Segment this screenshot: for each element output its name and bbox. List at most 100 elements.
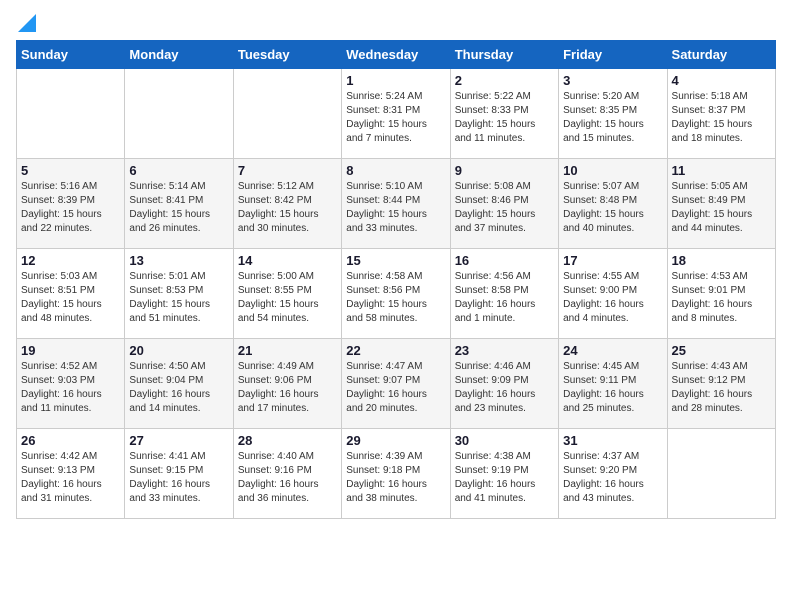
day-detail: Sunrise: 5:05 AM Sunset: 8:49 PM Dayligh… — [672, 180, 771, 236]
calendar-cell: 5 Sunrise: 5:16 AM Sunset: 8:39 PM Daylig… — [17, 159, 125, 249]
day-number: 28 — [238, 433, 337, 448]
calendar-cell: 19Sunrise: 4:52 AM Sunset: 9:03 PM Dayli… — [17, 339, 125, 429]
day-number: 8 — [346, 163, 445, 178]
day-detail: Sunrise: 4:55 AM Sunset: 9:00 PM Dayligh… — [563, 270, 662, 326]
calendar-cell: 27 Sunrise: 4:41 AM Sunset: 9:15 PM Dayli… — [125, 429, 233, 519]
day-number: 22 — [346, 343, 445, 358]
calendar-cell: 3 Sunrise: 5:20 AM Sunset: 8:35 PM Daylig… — [559, 69, 667, 159]
calendar-cell: 24 Sunrise: 4:45 AM Sunset: 9:11 PM Dayli… — [559, 339, 667, 429]
day-detail: Sunrise: 4:52 AM Sunset: 9:03 PM Dayligh… — [21, 360, 120, 416]
day-detail: Sunrise: 5:00 AM Sunset: 8:55 PM Dayligh… — [238, 270, 337, 326]
day-detail: Sunrise: 4:56 AM Sunset: 8:58 PM Dayligh… — [455, 270, 554, 326]
day-number: 20 — [129, 343, 228, 358]
day-detail: Sunrise: 4:50 AM Sunset: 9:04 PM Dayligh… — [129, 360, 228, 416]
day-detail: Sunrise: 4:46 AM Sunset: 9:09 PM Dayligh… — [455, 360, 554, 416]
day-detail: Sunrise: 5:10 AM Sunset: 8:44 PM Dayligh… — [346, 180, 445, 236]
day-number: 3 — [563, 73, 662, 88]
calendar-cell: 12Sunrise: 5:03 AM Sunset: 8:51 PM Dayli… — [17, 249, 125, 339]
day-detail: Sunrise: 4:47 AM Sunset: 9:07 PM Dayligh… — [346, 360, 445, 416]
logo — [16, 16, 36, 32]
calendar-cell: 30 Sunrise: 4:38 AM Sunset: 9:19 PM Dayli… — [450, 429, 558, 519]
day-detail: Sunrise: 4:39 AM Sunset: 9:18 PM Dayligh… — [346, 450, 445, 506]
calendar-header-row: SundayMondayTuesdayWednesdayThursdayFrid… — [17, 41, 776, 69]
calendar-week-5: 26 Sunrise: 4:42 AM Sunset: 9:13 PM Dayli… — [17, 429, 776, 519]
day-number: 25 — [672, 343, 771, 358]
calendar-week-3: 12Sunrise: 5:03 AM Sunset: 8:51 PM Dayli… — [17, 249, 776, 339]
day-number: 6 — [129, 163, 228, 178]
day-detail: Sunrise: 4:53 AM Sunset: 9:01 PM Dayligh… — [672, 270, 771, 326]
day-number: 15 — [346, 253, 445, 268]
calendar-cell — [233, 69, 341, 159]
calendar-cell: 28 Sunrise: 4:40 AM Sunset: 9:16 PM Dayli… — [233, 429, 341, 519]
calendar-cell: 8 Sunrise: 5:10 AM Sunset: 8:44 PM Daylig… — [342, 159, 450, 249]
calendar-cell: 18 Sunrise: 4:53 AM Sunset: 9:01 PM Dayli… — [667, 249, 775, 339]
calendar-cell: 26 Sunrise: 4:42 AM Sunset: 9:13 PM Dayli… — [17, 429, 125, 519]
calendar-week-2: 5 Sunrise: 5:16 AM Sunset: 8:39 PM Daylig… — [17, 159, 776, 249]
day-detail: Sunrise: 4:41 AM Sunset: 9:15 PM Dayligh… — [129, 450, 228, 506]
day-number: 16 — [455, 253, 554, 268]
day-number: 30 — [455, 433, 554, 448]
day-detail: Sunrise: 5:20 AM Sunset: 8:35 PM Dayligh… — [563, 90, 662, 146]
calendar-cell: 20 Sunrise: 4:50 AM Sunset: 9:04 PM Dayli… — [125, 339, 233, 429]
calendar-cell: 25 Sunrise: 4:43 AM Sunset: 9:12 PM Dayli… — [667, 339, 775, 429]
header-tuesday: Tuesday — [233, 41, 341, 69]
day-detail: Sunrise: 5:24 AM Sunset: 8:31 PM Dayligh… — [346, 90, 445, 146]
calendar-cell: 1 Sunrise: 5:24 AM Sunset: 8:31 PM Daylig… — [342, 69, 450, 159]
day-number: 31 — [563, 433, 662, 448]
day-number: 14 — [238, 253, 337, 268]
calendar-cell: 4Sunrise: 5:18 AM Sunset: 8:37 PM Daylig… — [667, 69, 775, 159]
day-number: 29 — [346, 433, 445, 448]
day-detail: Sunrise: 4:43 AM Sunset: 9:12 PM Dayligh… — [672, 360, 771, 416]
day-number: 7 — [238, 163, 337, 178]
calendar-cell: 6 Sunrise: 5:14 AM Sunset: 8:41 PM Daylig… — [125, 159, 233, 249]
header-sunday: Sunday — [17, 41, 125, 69]
day-number: 13 — [129, 253, 228, 268]
calendar-cell: 10 Sunrise: 5:07 AM Sunset: 8:48 PM Dayli… — [559, 159, 667, 249]
calendar-cell — [17, 69, 125, 159]
day-detail: Sunrise: 5:01 AM Sunset: 8:53 PM Dayligh… — [129, 270, 228, 326]
day-number: 27 — [129, 433, 228, 448]
calendar-week-1: 1 Sunrise: 5:24 AM Sunset: 8:31 PM Daylig… — [17, 69, 776, 159]
header-thursday: Thursday — [450, 41, 558, 69]
calendar-week-4: 19Sunrise: 4:52 AM Sunset: 9:03 PM Dayli… — [17, 339, 776, 429]
calendar-cell: 16 Sunrise: 4:56 AM Sunset: 8:58 PM Dayli… — [450, 249, 558, 339]
day-detail: Sunrise: 5:03 AM Sunset: 8:51 PM Dayligh… — [21, 270, 120, 326]
day-detail: Sunrise: 5:22 AM Sunset: 8:33 PM Dayligh… — [455, 90, 554, 146]
calendar: SundayMondayTuesdayWednesdayThursdayFrid… — [16, 40, 776, 519]
day-detail: Sunrise: 4:37 AM Sunset: 9:20 PM Dayligh… — [563, 450, 662, 506]
calendar-cell: 9Sunrise: 5:08 AM Sunset: 8:46 PM Daylig… — [450, 159, 558, 249]
header-monday: Monday — [125, 41, 233, 69]
day-number: 1 — [346, 73, 445, 88]
calendar-cell: 23Sunrise: 4:46 AM Sunset: 9:09 PM Dayli… — [450, 339, 558, 429]
day-number: 18 — [672, 253, 771, 268]
day-detail: Sunrise: 4:42 AM Sunset: 9:13 PM Dayligh… — [21, 450, 120, 506]
calendar-cell: 11 Sunrise: 5:05 AM Sunset: 8:49 PM Dayli… — [667, 159, 775, 249]
day-detail: Sunrise: 4:38 AM Sunset: 9:19 PM Dayligh… — [455, 450, 554, 506]
calendar-cell: 15Sunrise: 4:58 AM Sunset: 8:56 PM Dayli… — [342, 249, 450, 339]
day-detail: Sunrise: 5:16 AM Sunset: 8:39 PM Dayligh… — [21, 180, 120, 236]
day-number: 5 — [21, 163, 120, 178]
calendar-cell: 22 Sunrise: 4:47 AM Sunset: 9:07 PM Dayli… — [342, 339, 450, 429]
day-number: 26 — [21, 433, 120, 448]
calendar-cell: 13 Sunrise: 5:01 AM Sunset: 8:53 PM Dayli… — [125, 249, 233, 339]
day-detail: Sunrise: 4:40 AM Sunset: 9:16 PM Dayligh… — [238, 450, 337, 506]
day-number: 11 — [672, 163, 771, 178]
day-number: 10 — [563, 163, 662, 178]
header — [16, 16, 776, 32]
day-detail: Sunrise: 4:45 AM Sunset: 9:11 PM Dayligh… — [563, 360, 662, 416]
calendar-cell: 14 Sunrise: 5:00 AM Sunset: 8:55 PM Dayli… — [233, 249, 341, 339]
header-friday: Friday — [559, 41, 667, 69]
day-detail: Sunrise: 5:07 AM Sunset: 8:48 PM Dayligh… — [563, 180, 662, 236]
day-number: 21 — [238, 343, 337, 358]
calendar-cell: 31 Sunrise: 4:37 AM Sunset: 9:20 PM Dayli… — [559, 429, 667, 519]
day-detail: Sunrise: 5:12 AM Sunset: 8:42 PM Dayligh… — [238, 180, 337, 236]
day-detail: Sunrise: 5:18 AM Sunset: 8:37 PM Dayligh… — [672, 90, 771, 146]
day-detail: Sunrise: 4:49 AM Sunset: 9:06 PM Dayligh… — [238, 360, 337, 416]
calendar-cell: 29 Sunrise: 4:39 AM Sunset: 9:18 PM Dayli… — [342, 429, 450, 519]
day-number: 24 — [563, 343, 662, 358]
calendar-cell — [667, 429, 775, 519]
calendar-cell — [125, 69, 233, 159]
header-saturday: Saturday — [667, 41, 775, 69]
day-number: 17 — [563, 253, 662, 268]
day-detail: Sunrise: 5:14 AM Sunset: 8:41 PM Dayligh… — [129, 180, 228, 236]
